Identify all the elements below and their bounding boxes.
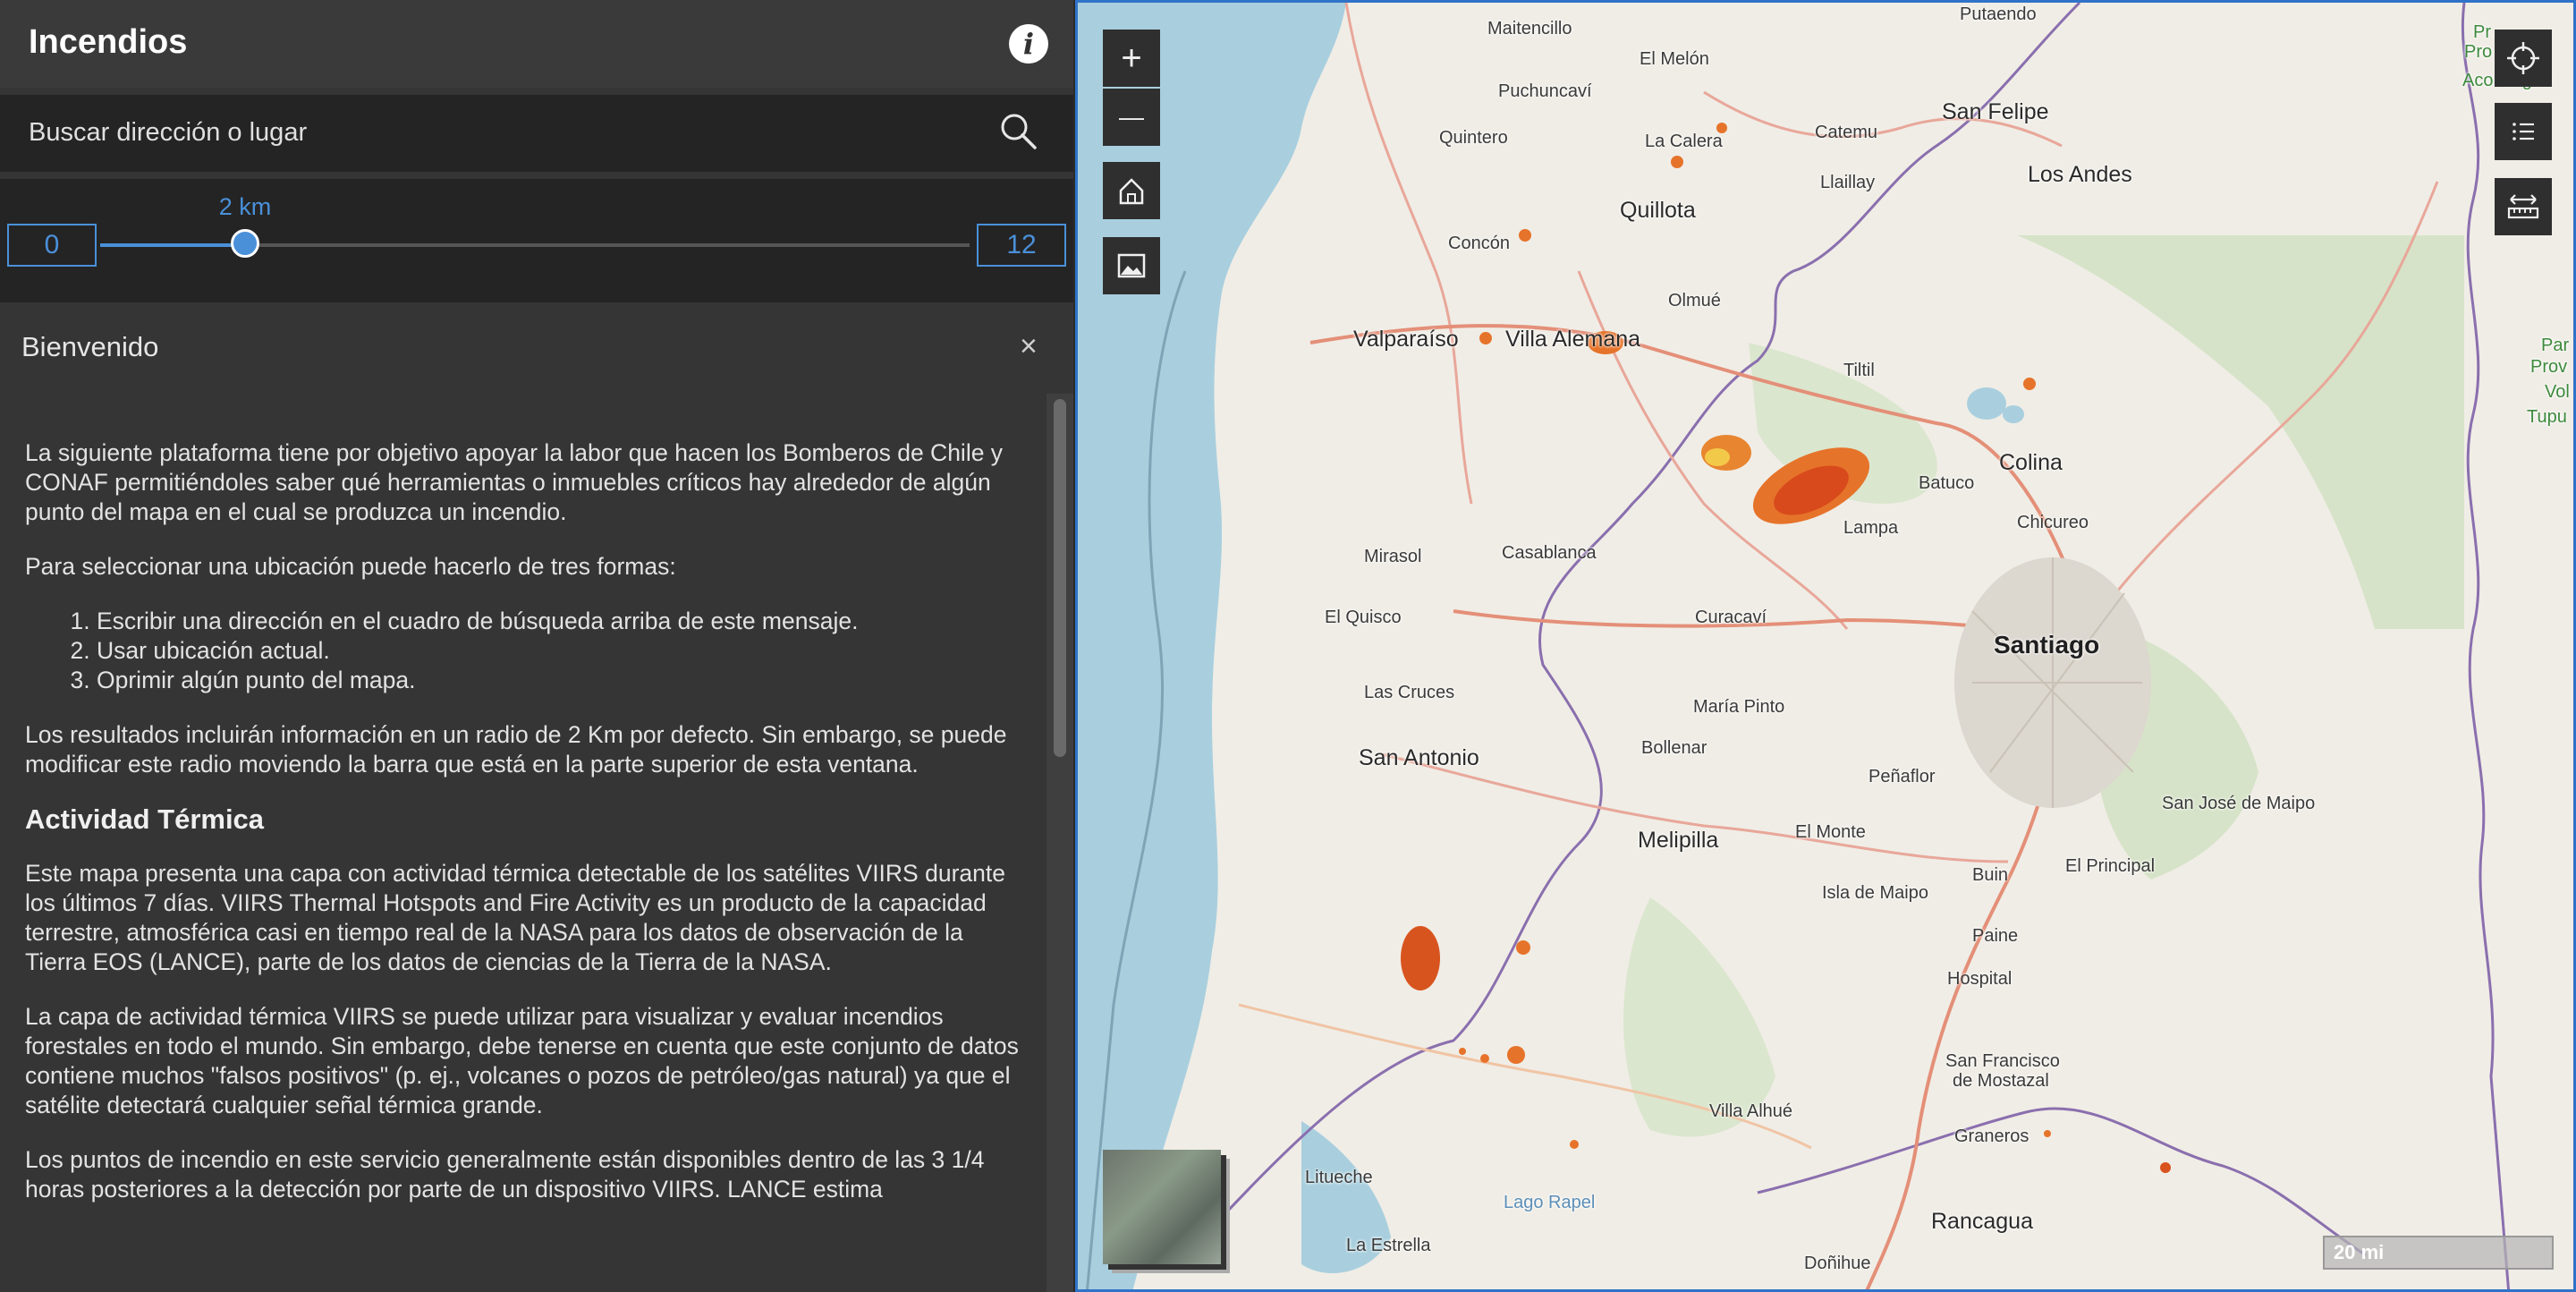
map-label: San José de Maipo [2162, 794, 2316, 813]
welcome-paragraph: Los resultados incluirán información en … [25, 721, 1007, 778]
map-label: Vol [2545, 382, 2570, 402]
map-label: Puchuncaví [1498, 81, 1592, 101]
map-label: El Monte [1795, 822, 1866, 842]
map-label: Graneros [1954, 1126, 2029, 1146]
map-label: de Mostazal [1953, 1071, 2049, 1091]
zoom-in-button[interactable]: + [1103, 30, 1160, 87]
slider-max-value: 12 [977, 224, 1066, 267]
map-label: Peñaflor [1868, 767, 1936, 786]
map-label: San Felipe [1942, 99, 2049, 124]
map-label: La Estrella [1346, 1236, 1431, 1255]
map-label: Litueche [1305, 1168, 1373, 1187]
map-label: Llaillay [1820, 173, 1876, 192]
info-button[interactable]: i [1009, 24, 1048, 64]
panel-header: Incendios i [0, 0, 1073, 88]
map-label: Concón [1448, 234, 1510, 253]
map-label: Bollenar [1641, 738, 1707, 758]
map-label: Putaendo [1960, 4, 2037, 24]
close-icon[interactable]: × [1020, 329, 1038, 364]
slider-value-label: 2 km [218, 193, 272, 220]
slider-handle[interactable] [231, 229, 259, 258]
map-label: Santiago [1994, 631, 2100, 659]
map-label: María Pinto [1693, 697, 1785, 717]
map-label: El Quisco [1325, 608, 1402, 627]
welcome-content: La siguiente plataforma tiene por objeti… [25, 438, 1027, 1229]
measure-button[interactable] [2495, 178, 2552, 235]
map-view[interactable]: Maitencillo Putaendo El Melón Puchuncaví… [1075, 0, 2576, 1292]
map-label: San Antonio [1359, 745, 1479, 770]
layer-list-button[interactable] [2495, 103, 2552, 160]
map-label: Mirasol [1364, 547, 1422, 566]
search-input[interactable]: Buscar dirección o lugar [29, 118, 307, 148]
app-title: Incendios [29, 23, 188, 61]
scale-label: 20 mi [2334, 1241, 2385, 1263]
map-label: Las Cruces [1364, 683, 1455, 702]
map-label: Tiltil [1843, 361, 1875, 380]
steps-list: Escribir una dirección en el cuadro de b… [25, 607, 1027, 695]
map-label: Casablanca [1502, 543, 1597, 563]
scrollbar-thumb[interactable] [1054, 399, 1066, 757]
map-label: Buin [1972, 865, 2009, 885]
zoom-out-button[interactable]: — [1103, 89, 1160, 146]
map-label: Tupu [2527, 407, 2567, 427]
map-label: El Principal [2065, 856, 2156, 876]
search-bar[interactable]: Buscar dirección o lugar [0, 95, 1073, 172]
map-label: Batuco [1919, 473, 1975, 493]
map-label: Colina [1999, 450, 2063, 475]
map-label: Rancagua [1931, 1209, 2033, 1234]
map-label: Quillota [1620, 198, 1696, 223]
section-heading: Actividad Térmica [25, 803, 265, 835]
welcome-paragraph: La capa de actividad térmica VIIRS se pu… [25, 1003, 1019, 1118]
basemap-gallery-button[interactable] [1103, 237, 1160, 294]
slider-fill [100, 243, 245, 247]
basemap [1078, 3, 2511, 1289]
map-label: Olmué [1668, 291, 1721, 310]
map-label: Curacaví [1695, 608, 1767, 627]
map-label: Doñihue [1804, 1254, 1871, 1273]
map-label: Villa Alhué [1709, 1101, 1793, 1121]
list-item: Escribir una dirección en el cuadro de b… [97, 607, 1027, 636]
welcome-paragraph: La siguiente plataforma tiene por objeti… [25, 439, 1004, 525]
map-label: Catemu [1815, 123, 1878, 142]
home-icon [1119, 178, 1144, 205]
list-item: Oprimir algún punto del mapa. [97, 666, 1027, 695]
map-label: Lampa [1843, 518, 1899, 538]
radius-slider: 0 2 km 12 [0, 179, 1073, 302]
ruler-icon [2507, 194, 2539, 219]
welcome-paragraph: Este mapa presenta una capa con activida… [25, 860, 1005, 975]
map-label: Lago Rapel [1504, 1193, 1596, 1212]
map-label: Paine [1972, 926, 2019, 946]
map-label: Isla de Maipo [1822, 883, 1928, 903]
map-label: La Calera [1645, 132, 1723, 151]
list-item: Usar ubicación actual. [97, 636, 1027, 666]
side-panel: Incendios i Buscar dirección o lugar 0 2… [0, 0, 1073, 1292]
scrollbar[interactable] [1046, 394, 1073, 1292]
map-label: Pro [2464, 42, 2493, 62]
map-label: Melipilla [1638, 828, 1719, 853]
welcome-title: Bienvenido [21, 331, 159, 362]
map-label: Quintero [1439, 128, 1508, 148]
map-label: Villa Alemana [1505, 327, 1641, 352]
welcome-paragraph: Para seleccionar una ubicación puede hac… [25, 553, 676, 580]
locate-button[interactable] [2495, 30, 2552, 87]
map-label: Prov [2530, 357, 2568, 377]
map-label: Par [2541, 336, 2570, 355]
map-label: Valparaíso [1353, 327, 1459, 352]
map-label: Los Andes [2028, 162, 2132, 187]
scale-bar: 20 mi [2323, 1236, 2554, 1270]
list-icon [2512, 123, 2534, 140]
basemap-toggle-thumbnail[interactable] [1103, 1150, 1221, 1264]
map-label: Chicureo [2017, 513, 2089, 532]
image-icon [1117, 253, 1146, 278]
map-label: Maitencillo [1487, 19, 1572, 38]
home-button[interactable] [1103, 162, 1160, 219]
map-label: Pr [2473, 22, 2491, 42]
map-label: El Melón [1640, 49, 1709, 69]
map-label: San Francisco [1945, 1051, 2060, 1071]
crosshair-icon [2507, 42, 2539, 74]
welcome-paragraph: Los puntos de incendio en este servicio … [25, 1146, 985, 1203]
slider-min-value: 0 [7, 224, 97, 267]
map-label: Hospital [1947, 969, 2012, 989]
search-icon[interactable] [998, 111, 1038, 150]
